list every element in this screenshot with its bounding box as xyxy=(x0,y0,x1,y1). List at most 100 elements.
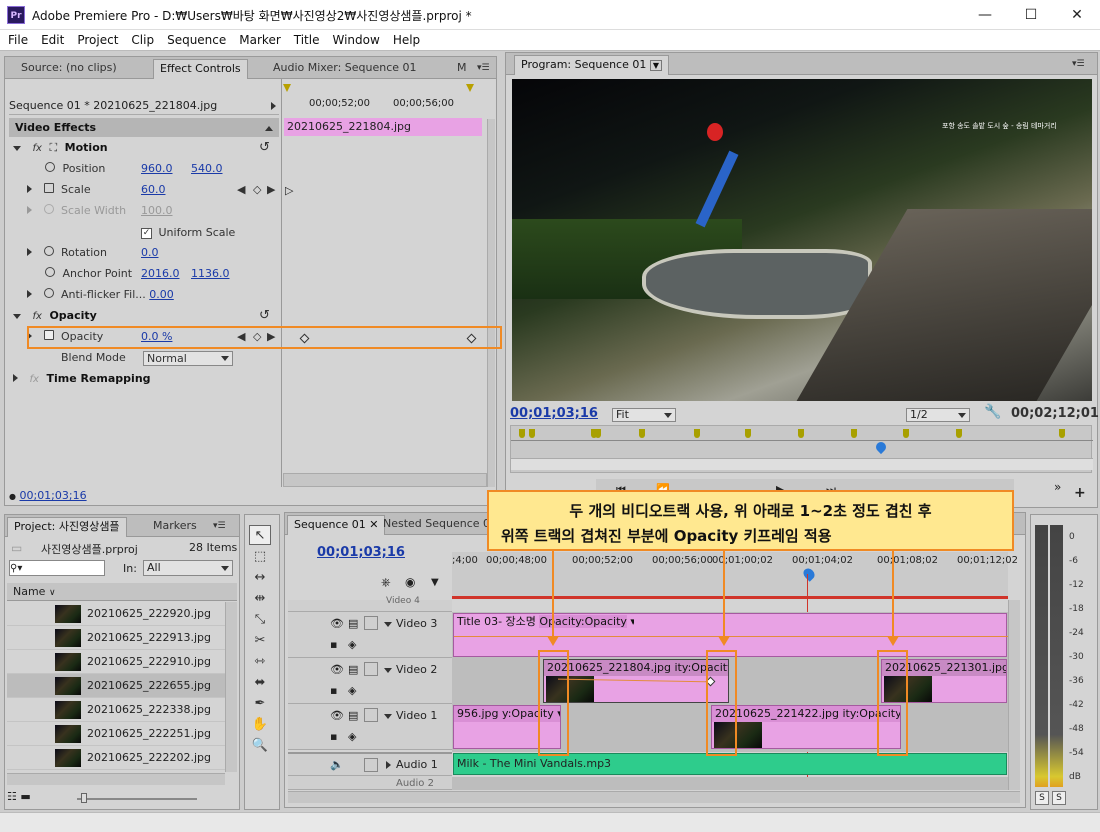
maximize-button[interactable]: ☐ xyxy=(1008,0,1054,30)
zoom-slider[interactable] xyxy=(77,798,197,800)
menu-clip[interactable]: Clip xyxy=(123,30,159,47)
scale-stopwatch-icon[interactable] xyxy=(43,183,54,193)
set-marker-icon[interactable]: ◉ xyxy=(405,575,415,589)
v2-sync-icon[interactable]: ▤ xyxy=(348,663,358,676)
v3-keyframe-icon[interactable]: ◈ xyxy=(348,638,356,651)
quality-dropdown-icon[interactable] xyxy=(958,413,966,418)
v2-eye-icon[interactable]: 👁 xyxy=(330,663,344,676)
expand-arrow-icon[interactable] xyxy=(271,102,276,110)
list-item[interactable]: 20210625_222913.jpg xyxy=(7,626,225,650)
menu-title[interactable]: Title xyxy=(286,30,325,47)
anchor-stopwatch-icon[interactable] xyxy=(45,267,55,277)
ripple-edit-tool-icon[interactable]: ↔ xyxy=(249,568,271,588)
program-playhead-icon[interactable] xyxy=(873,439,889,455)
add-button-icon[interactable]: + xyxy=(1074,485,1086,501)
a1-expand-icon[interactable] xyxy=(386,761,391,769)
opacity-group-row[interactable]: fx Opacity ↺ xyxy=(13,306,281,326)
rotation-expand-icon[interactable] xyxy=(27,248,32,256)
tab-nested-sequence[interactable]: Nested Sequence 01 xyxy=(377,515,503,535)
tab-program[interactable]: Program: Sequence 01 ▼ xyxy=(514,55,670,75)
tab-project[interactable]: Project: 사진영상샘플 xyxy=(7,517,127,537)
minimize-button[interactable]: — xyxy=(962,0,1008,30)
tab-sequence-01[interactable]: Sequence 01 ✕ xyxy=(287,515,386,535)
blend-mode-select[interactable]: Normal xyxy=(143,351,233,366)
wrench-icon[interactable]: 🔧 xyxy=(984,404,1001,420)
v3-display-icon[interactable]: ▪ xyxy=(330,638,337,651)
list-item[interactable]: 20210625_222338.jpg xyxy=(7,698,225,722)
tab-audio-mixer[interactable]: Audio Mixer: Sequence 01 xyxy=(267,59,423,79)
quality-select[interactable]: 1/2 xyxy=(906,408,970,422)
blend-dropdown-icon[interactable] xyxy=(221,356,229,361)
scale-expand-icon[interactable] xyxy=(27,185,32,193)
program-marker-icon[interactable] xyxy=(694,429,700,438)
v3-opacity-line[interactable] xyxy=(454,636,1008,637)
rate-stretch-tool-icon[interactable]: ⤡ xyxy=(249,610,271,630)
program-timeline-bar[interactable] xyxy=(510,425,1093,473)
menu-project[interactable]: Project xyxy=(69,30,123,47)
position-x-value[interactable]: 960.0 xyxy=(141,159,173,179)
list-item[interactable]: 20210625_222920.jpg xyxy=(7,602,225,626)
v1-lock-icon[interactable] xyxy=(364,708,378,722)
tab-markers[interactable]: Markers xyxy=(147,517,203,537)
opacity-expand-icon[interactable] xyxy=(13,314,21,319)
antiflicker-value[interactable]: 0.00 xyxy=(149,288,174,301)
project-search-input[interactable]: ⚲▾ xyxy=(9,560,105,576)
antiflicker-stopwatch-icon[interactable] xyxy=(43,288,54,298)
out-marker-icon[interactable] xyxy=(466,84,474,92)
anchor-y-value[interactable]: 1136.0 xyxy=(191,264,230,284)
program-marker-icon[interactable] xyxy=(798,429,804,438)
uniform-scale-checkbox[interactable]: ✓ xyxy=(141,227,152,239)
program-menu-icon[interactable]: ▾☰ xyxy=(1066,55,1091,75)
in-dropdown-icon[interactable] xyxy=(221,566,229,571)
v3-eye-icon[interactable]: 👁 xyxy=(330,617,344,630)
razor-tool-icon[interactable]: ✂ xyxy=(249,631,271,651)
work-area-bar[interactable] xyxy=(452,596,1008,599)
anchor-x-value[interactable]: 2016.0 xyxy=(141,264,180,284)
tab-more[interactable]: M xyxy=(451,59,473,79)
v2-keyframe-icon[interactable]: ◈ xyxy=(348,684,356,697)
in-select[interactable]: All xyxy=(143,560,233,576)
rotation-value[interactable]: 0.0 xyxy=(141,243,159,263)
reset-motion-icon[interactable]: ↺ xyxy=(259,138,270,158)
a1-speaker-icon[interactable]: 🔈 xyxy=(330,758,344,771)
list-item[interactable]: 20210625_222910.jpg xyxy=(7,650,225,674)
fit-dropdown-icon[interactable] xyxy=(664,413,672,418)
effect-h-scrollbar[interactable] xyxy=(283,473,487,487)
in-marker-icon[interactable] xyxy=(283,84,291,92)
v3-expand-icon[interactable] xyxy=(384,622,392,627)
v1-display-icon[interactable]: ▪ xyxy=(330,730,337,743)
antiflicker-expand-icon[interactable] xyxy=(27,290,32,298)
program-marker-icon[interactable] xyxy=(956,429,962,438)
position-stopwatch-icon[interactable] xyxy=(45,162,55,172)
solo-left-button[interactable]: S xyxy=(1035,791,1049,805)
pen-tool-icon[interactable]: ✒ xyxy=(249,694,271,714)
program-marker-icon[interactable] xyxy=(639,429,645,438)
selection-tool-icon[interactable]: ↖ xyxy=(249,525,271,545)
zoom-tool-icon[interactable]: 🔍 xyxy=(249,736,271,756)
v1-sync-icon[interactable]: ▤ xyxy=(348,709,358,722)
scale-value[interactable]: 60.0 xyxy=(141,180,166,200)
v2-lock-icon[interactable] xyxy=(364,662,378,676)
hand-tool-icon[interactable]: ✋ xyxy=(249,715,271,735)
time-remap-expand-icon[interactable] xyxy=(13,374,18,382)
v1-expand-icon[interactable] xyxy=(384,714,392,719)
reset-opacity-icon[interactable]: ↺ xyxy=(259,306,270,326)
scale-add-keyframe-icon[interactable]: ◇ xyxy=(253,180,261,200)
icon-view-icon[interactable]: ▬ xyxy=(20,790,30,803)
timeline-ruler[interactable]: ;4;00 00;00;48;00 00;00;52;00 00;00;56;0… xyxy=(452,552,1018,599)
v2-expand-icon[interactable] xyxy=(384,668,392,673)
program-zoom-bar[interactable] xyxy=(511,458,1093,470)
list-item[interactable]: 20210625_222655.jpg xyxy=(7,674,225,698)
v1-keyframe-icon[interactable]: ◈ xyxy=(348,730,356,743)
motion-transform-icon[interactable]: ⛶ xyxy=(49,141,57,154)
motion-expand-icon[interactable] xyxy=(13,146,21,151)
program-marker-icon[interactable] xyxy=(519,429,525,438)
position-y-value[interactable]: 540.0 xyxy=(191,159,223,179)
a1-lock-icon[interactable] xyxy=(364,758,378,772)
program-marker-icon[interactable] xyxy=(529,429,535,438)
timeline-h-scrollbar[interactable] xyxy=(288,791,1020,803)
menu-sequence[interactable]: Sequence xyxy=(159,30,231,47)
program-marker-icon[interactable] xyxy=(1059,429,1065,438)
timeline-v-scrollbar[interactable] xyxy=(1008,600,1020,790)
collapse-arrow-icon[interactable] xyxy=(265,126,273,131)
